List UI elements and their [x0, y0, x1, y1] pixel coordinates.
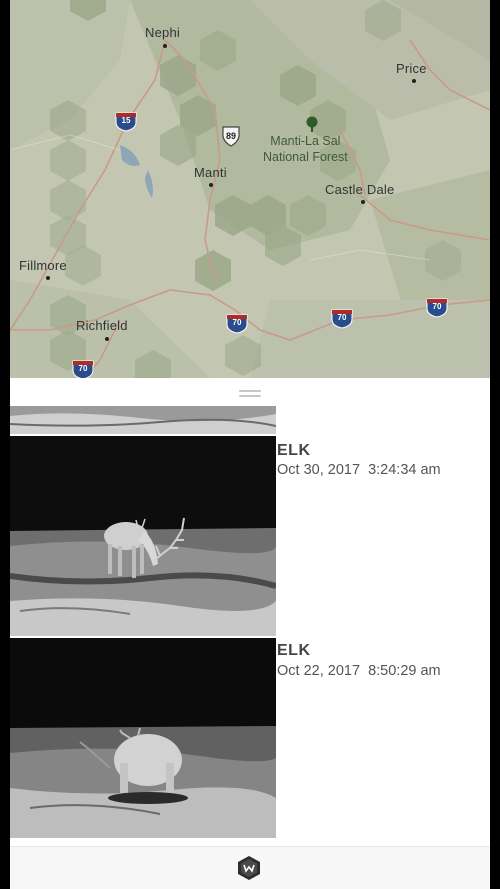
interstate-70-number-2: 70: [337, 313, 347, 322]
entry-2-date: Oct 22, 2017 8:50:29 am: [277, 663, 441, 679]
app-screen: Nephi Price Manti Castle Dale Fillmore R…: [10, 0, 490, 889]
entry-2-title: ELK: [277, 642, 311, 659]
city-label-nephi: Nephi: [145, 25, 180, 40]
interstate-70-number-1: 70: [232, 318, 242, 327]
city-dot-richfield: [105, 337, 109, 341]
photo-thumbnail-2[interactable]: [10, 638, 276, 838]
tree-icon: [306, 116, 318, 132]
screen-edge-left: [0, 0, 10, 889]
city-label-richfield: Richfield: [76, 318, 128, 333]
interstate-70-number-3: 70: [432, 302, 442, 311]
city-dot-nephi: [163, 44, 167, 48]
forest-label: Manti-La Sal National Forest: [263, 133, 348, 165]
screen-edge-right: [490, 0, 500, 889]
bottom-bar: [10, 846, 490, 889]
wildlife-logo-icon[interactable]: [237, 855, 261, 881]
interstate-70-shield-3: 70: [425, 296, 449, 318]
us-89-shield: 89: [220, 125, 242, 147]
us-89-number: 89: [225, 131, 236, 141]
interstate-15-shield: 15: [114, 110, 138, 132]
interstate-70-shield-2: 70: [330, 307, 354, 329]
interstate-15-number: 15: [121, 116, 131, 125]
photo-thumbnail-1[interactable]: [10, 436, 276, 636]
entry-1-title: ELK: [277, 442, 311, 459]
photo-sheet[interactable]: ELK Oct 30, 2017 3:24:34 am ELK Oct 22,: [10, 378, 490, 846]
entry-1-date: Oct 30, 2017 3:24:34 am: [277, 462, 441, 478]
drag-handle-icon[interactable]: [239, 390, 261, 398]
city-dot-price: [412, 79, 416, 83]
forest-label-line2: National Forest: [263, 150, 348, 164]
city-label-price: Price: [396, 61, 427, 76]
city-dot-fillmore: [46, 276, 50, 280]
city-dot-manti: [209, 183, 213, 187]
interstate-70-shield-1: 70: [225, 312, 249, 334]
forest-label-line1: Manti-La Sal: [270, 134, 341, 148]
city-label-manti: Manti: [194, 165, 227, 180]
city-dot-castle-dale: [361, 200, 365, 204]
city-label-castle-dale: Castle Dale: [325, 182, 395, 197]
photo-thumbnail-partial[interactable]: [10, 406, 276, 434]
interstate-70-shield-4: 70: [71, 358, 95, 378]
city-label-fillmore: Fillmore: [19, 258, 67, 273]
interstate-70-number-4: 70: [78, 364, 88, 373]
map-view[interactable]: Nephi Price Manti Castle Dale Fillmore R…: [10, 0, 490, 378]
